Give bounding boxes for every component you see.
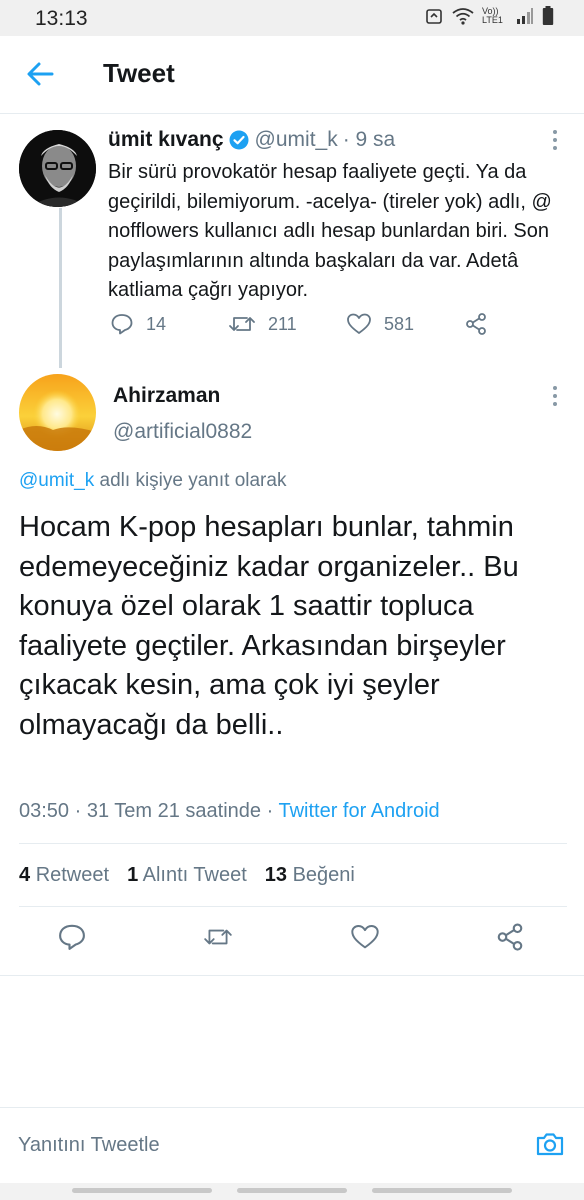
reply-button[interactable]: 14: [110, 312, 166, 336]
main-tweet-actions: [0, 922, 584, 962]
arrow-left-icon[interactable]: [24, 58, 56, 90]
camera-icon[interactable]: [534, 1128, 566, 1160]
reply-count: 14: [146, 313, 167, 334]
tweet-metadata: 03:50 · 31 Tem 21 saatinde · Twitter for…: [19, 800, 440, 823]
like-count: 581: [384, 313, 415, 334]
tweet-timestamp: 03:50 · 31 Tem 21 saatinde ·: [19, 800, 274, 822]
share-icon: [466, 313, 486, 335]
reply-icon: [111, 314, 133, 335]
author-name[interactable]: Ahirzaman: [113, 384, 220, 408]
parent-tweet-header: ümit kıvanç @umit_k · 9 sa: [108, 128, 395, 152]
more-options-icon[interactable]: [551, 130, 559, 154]
likes-count: 13: [264, 864, 288, 886]
parent-tweet-actions: 14 211 581: [108, 312, 508, 346]
quotes-label: Alıntı Tweet: [142, 864, 247, 886]
nav-pill: [237, 1188, 347, 1193]
author-handle: @artificial0882: [113, 420, 253, 443]
wifi-icon: [452, 8, 474, 25]
retweet-icon: [229, 317, 255, 331]
quotes-count: 1: [127, 864, 139, 886]
nav-pill: [372, 1188, 512, 1193]
avatar-umit[interactable]: [19, 130, 96, 207]
retweets-label: Retweet: [35, 864, 110, 886]
like-button[interactable]: 581: [346, 312, 414, 336]
engagement-stats: 4 Retweet 1 Alıntı Tweet 13 Beğeni: [19, 864, 355, 887]
retweet-icon[interactable]: [203, 922, 233, 952]
divider: [19, 906, 567, 907]
status-time: 13:13: [35, 7, 88, 30]
status-icons: Vo)) LTE1: [424, 6, 554, 26]
retweets-stat[interactable]: 4 Retweet: [19, 864, 109, 887]
reply-input-placeholder[interactable]: Yanıtını Tweetle: [18, 1134, 160, 1157]
author-name[interactable]: ümit kıvanç: [108, 128, 224, 152]
retweet-button[interactable]: 211: [228, 312, 297, 336]
heart-icon: [347, 313, 371, 334]
retweet-count: 211: [268, 313, 297, 334]
quotes-stat[interactable]: 1 Alıntı Tweet: [127, 864, 247, 887]
more-options-icon[interactable]: [551, 386, 559, 410]
main-tweet-text: Hocam K-pop hesapları bunlar, tahmin ede…: [19, 511, 519, 741]
signal-icon: [517, 8, 533, 24]
status-bar: 13:13 Vo)) LTE1: [0, 0, 584, 36]
share-button[interactable]: [464, 312, 488, 336]
divider: [0, 975, 584, 976]
thread-connector-line: [59, 208, 62, 368]
nav-pill: [72, 1188, 212, 1193]
author-handle: @umit_k: [254, 128, 338, 151]
tweet-source-link[interactable]: Twitter for Android: [278, 800, 439, 822]
share-icon[interactable]: [495, 922, 525, 952]
verified-badge-icon: [229, 130, 249, 150]
reply-to-user-link[interactable]: @umit_k: [19, 470, 94, 491]
parent-tweet-text: Bir sürü provokatör hesap faaliyete geçt…: [108, 161, 552, 301]
likes-label: Beğeni: [292, 864, 355, 886]
likes-stat[interactable]: 13 Beğeni: [265, 864, 355, 887]
tweet-time: · 9 sa: [342, 128, 396, 151]
page-title: Tweet: [103, 58, 175, 88]
system-nav-bar: [0, 1183, 584, 1200]
replying-to-line: @umit_k adlı kişiye yanıt olarak: [19, 470, 286, 492]
heart-icon[interactable]: [350, 922, 380, 952]
recycle-icon: [426, 9, 442, 24]
reply-icon[interactable]: [57, 922, 87, 952]
app-bar: Tweet: [0, 36, 584, 114]
reply-to-suffix: adlı kişiye yanıt olarak: [99, 470, 287, 491]
divider: [19, 843, 567, 844]
retweets-count: 4: [19, 864, 31, 886]
battery-icon: [542, 6, 554, 25]
avatar-ahirzaman[interactable]: [19, 374, 96, 451]
reply-compose-bar[interactable]: Yanıtını Tweetle: [0, 1107, 584, 1183]
network-label: Vo)) LTE1: [482, 6, 503, 25]
